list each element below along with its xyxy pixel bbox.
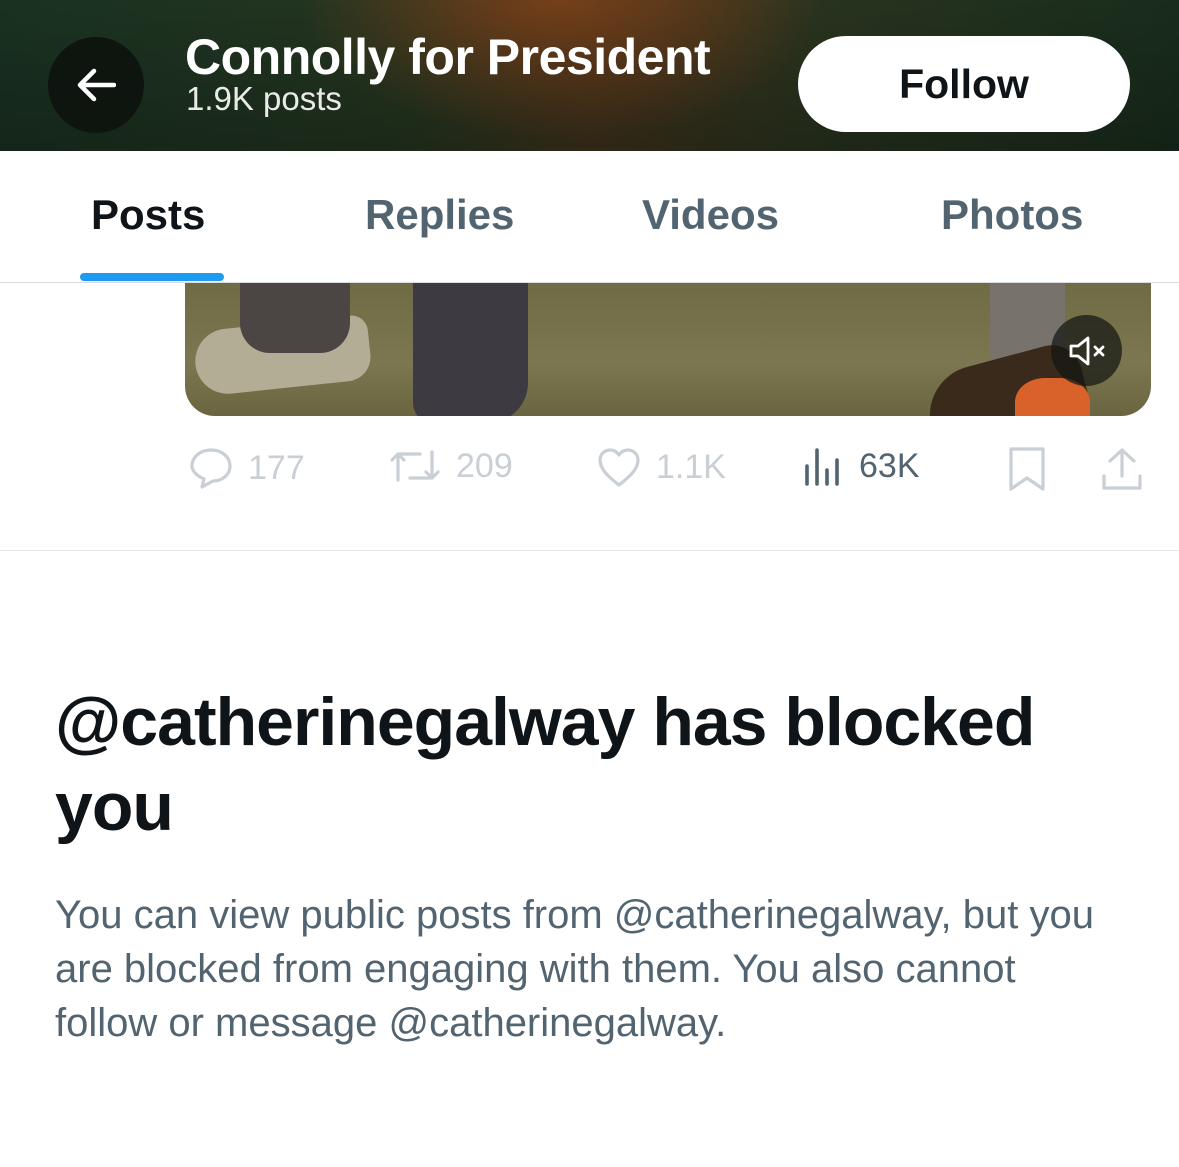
- back-button[interactable]: [48, 37, 144, 133]
- bar-chart-icon: [805, 448, 839, 486]
- reply-action[interactable]: 177: [188, 446, 305, 490]
- heart-icon: [598, 448, 640, 487]
- profile-header: Connolly for President 1.9K posts Follow: [0, 0, 1179, 151]
- post-actions: 177 209 1.1K 63K: [0, 440, 1179, 500]
- views-action[interactable]: 63K: [803, 446, 920, 486]
- repost-count: 209: [456, 446, 513, 485]
- active-tab-indicator: [80, 273, 224, 281]
- repost-icon: [390, 450, 440, 482]
- follow-button[interactable]: Follow: [798, 36, 1130, 132]
- tab-posts[interactable]: Posts: [91, 191, 205, 239]
- arrow-left-icon: [77, 68, 116, 102]
- bookmark-icon: [1009, 447, 1045, 491]
- profile-name: Connolly for President: [185, 29, 711, 85]
- profile-tabs: Posts Replies Videos Photos: [0, 151, 1179, 283]
- post-video[interactable]: [185, 283, 1151, 416]
- mute-button[interactable]: [1051, 315, 1122, 386]
- tab-photos[interactable]: Photos: [941, 191, 1083, 239]
- volume-muted-icon: [1069, 336, 1104, 365]
- like-count: 1.1K: [656, 447, 726, 486]
- video-frame-leg: [240, 283, 350, 353]
- share-icon: [1102, 448, 1142, 490]
- share-action[interactable]: [1100, 446, 1144, 492]
- bookmark-action[interactable]: [1007, 446, 1047, 492]
- view-count: 63K: [859, 446, 920, 485]
- blocked-description: You can view public posts from @catherin…: [55, 893, 1094, 1045]
- post-count: 1.9K posts: [186, 80, 342, 117]
- repost-action[interactable]: 209: [388, 446, 513, 486]
- tab-replies[interactable]: Replies: [365, 191, 514, 239]
- blocked-heading: @catherinegalway has blocked you: [55, 684, 1035, 845]
- like-action[interactable]: 1.1K: [596, 446, 726, 488]
- tab-videos[interactable]: Videos: [642, 191, 779, 239]
- reply-count: 177: [248, 448, 305, 487]
- section-divider: [0, 550, 1179, 551]
- reply-icon: [190, 448, 232, 489]
- video-frame-leg: [413, 283, 528, 416]
